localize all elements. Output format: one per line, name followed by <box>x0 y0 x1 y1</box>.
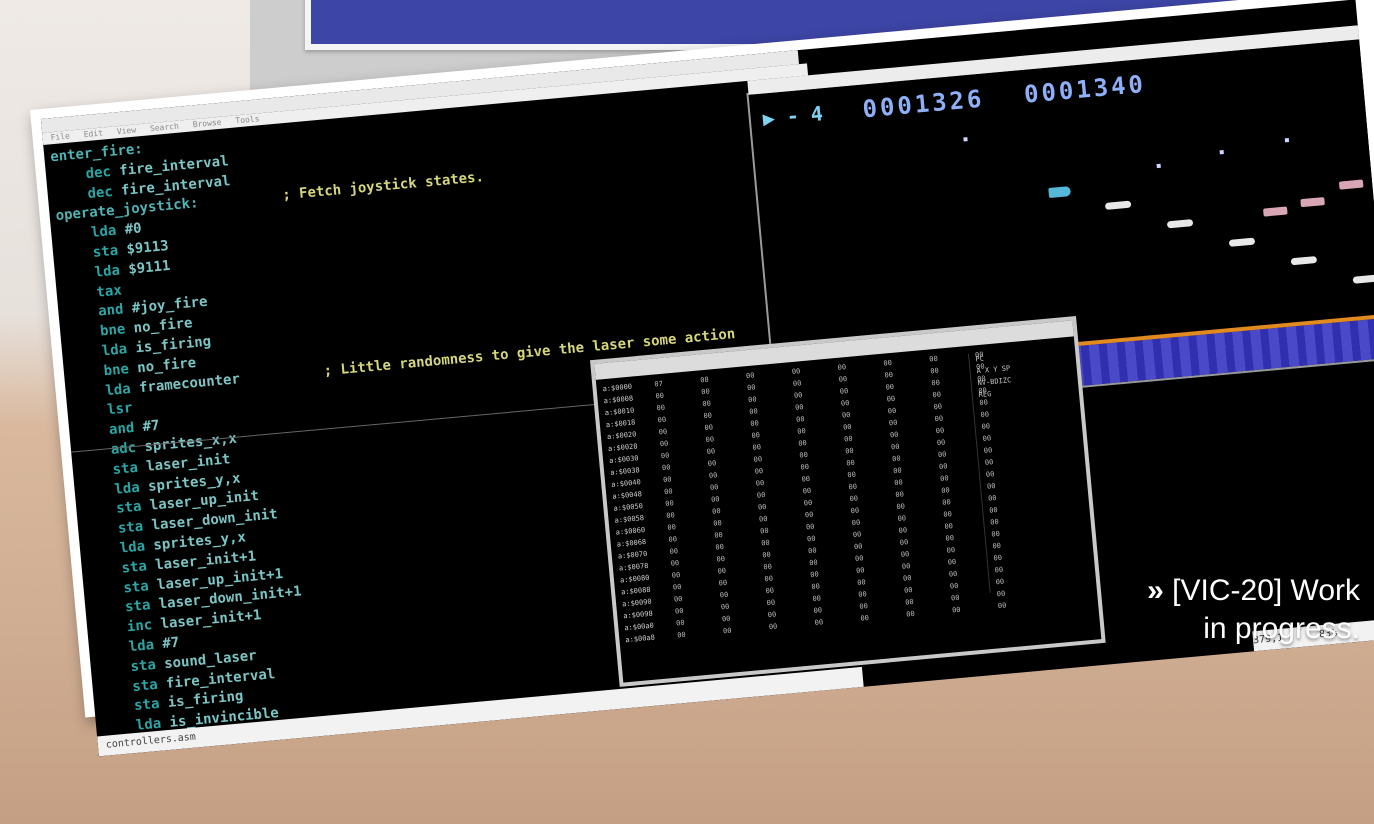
star-sprite <box>963 137 968 142</box>
monitor-byte: 00 <box>676 630 687 640</box>
code-opcode: lda <box>90 222 118 242</box>
code-opcode: lda <box>139 755 166 756</box>
enemy-shot-sprite <box>1284 138 1290 143</box>
lives-value: 4 <box>809 101 824 127</box>
lives-counter: ▶ - 4 <box>761 101 824 131</box>
code-opcode: and <box>108 420 135 439</box>
code-opcode: lda <box>101 341 128 360</box>
code-opcode: tax <box>95 282 123 301</box>
code-opcode: sta <box>131 676 159 695</box>
code-argument: #7 <box>161 634 180 653</box>
code-opcode: dec <box>86 183 114 202</box>
code-argument: no_fire <box>132 315 194 337</box>
code-opcode: sta <box>124 597 152 616</box>
laser-dash-sprite <box>1104 200 1132 210</box>
code-opcode: sta <box>129 656 157 675</box>
monitor-byte: 00 <box>722 626 732 636</box>
caption-line-1: [VIC-20] Work <box>1172 574 1360 607</box>
monitor-body: a:$0000 07 08 00 00 00 00 00 00 a:$0008 00 00 00 00 00… <box>596 336 1102 686</box>
code-opcode: lda <box>119 538 146 557</box>
score-1: 0001326 <box>861 84 986 124</box>
enemy-sprite <box>1338 179 1364 190</box>
monitor-byte: 00 <box>814 618 824 627</box>
code-opcode: lsr <box>106 400 134 419</box>
monitor-byte: 00 <box>768 622 778 632</box>
code-opcode: bne <box>102 360 130 380</box>
caption-line-2: in progress. <box>1203 612 1360 645</box>
code-opcode: sta <box>133 696 161 715</box>
monitor-byte: 00 <box>860 614 870 623</box>
code-opcode: sta <box>115 498 143 518</box>
menu-edit[interactable]: Edit <box>83 128 103 142</box>
menu-browse[interactable]: Browse <box>192 117 222 132</box>
code-argument: $9113 <box>125 238 170 258</box>
monitor-byte: 00 <box>905 609 916 619</box>
laser-dash-sprite <box>1352 274 1374 284</box>
code-opcode: sta <box>120 558 148 577</box>
code-opcode: and <box>97 301 125 320</box>
player-ship-sprite <box>1048 186 1072 198</box>
code-argument: no_fire <box>136 354 197 377</box>
laser-dash-sprite <box>1166 219 1194 229</box>
laser-dash-sprite <box>1290 255 1318 266</box>
code-opcode: dec <box>85 163 112 182</box>
monitor-byte: 00 <box>951 605 961 615</box>
code-opcode: sta <box>117 518 144 537</box>
code-opcode: sta <box>122 577 150 596</box>
menu-tools[interactable]: Tools <box>235 113 260 127</box>
menu-view[interactable]: View <box>116 124 136 138</box>
code-argument: #white <box>172 750 224 757</box>
code-opcode: lda <box>93 262 121 281</box>
code-opcode: adc <box>110 439 137 458</box>
code-argument <box>140 400 141 416</box>
laser-dash-sprite <box>1228 237 1256 247</box>
code-opcode: lda <box>113 479 141 498</box>
menu-search[interactable]: Search <box>149 121 180 136</box>
caption-arrow: » <box>1147 574 1164 607</box>
vice-monitor-window[interactable]: a:$0000 07 08 00 00 00 00 00 00 a:$0008 00 00 00 00 00… <box>589 316 1106 687</box>
code-argument: #0 <box>124 220 143 239</box>
menu-file[interactable]: File <box>50 131 70 145</box>
caption: » [VIC-20] Work in progress. <box>1110 572 1360 648</box>
code-opcode: sta <box>111 459 139 478</box>
code-opcode: inc <box>126 617 153 636</box>
enemy-sprite <box>1300 197 1325 208</box>
code-argument: $9111 <box>127 257 172 278</box>
code-argument <box>129 281 130 297</box>
code-opcode: bne <box>99 321 127 340</box>
code-opcode: lda <box>104 380 132 399</box>
code-opcode: sta <box>92 242 119 261</box>
enemy-shot-sprite <box>1156 163 1161 169</box>
enemy-sprite <box>1263 206 1288 217</box>
monitor-byte: 00 <box>997 601 1007 611</box>
score-2: 0001340 <box>1022 69 1148 109</box>
ground-terrain <box>1052 313 1374 389</box>
code-opcode: lda <box>128 636 155 656</box>
enemy-shot-sprite <box>1219 149 1224 155</box>
player-ship-icon: ▶ <box>761 105 776 131</box>
code-argument: #7 <box>141 417 161 436</box>
